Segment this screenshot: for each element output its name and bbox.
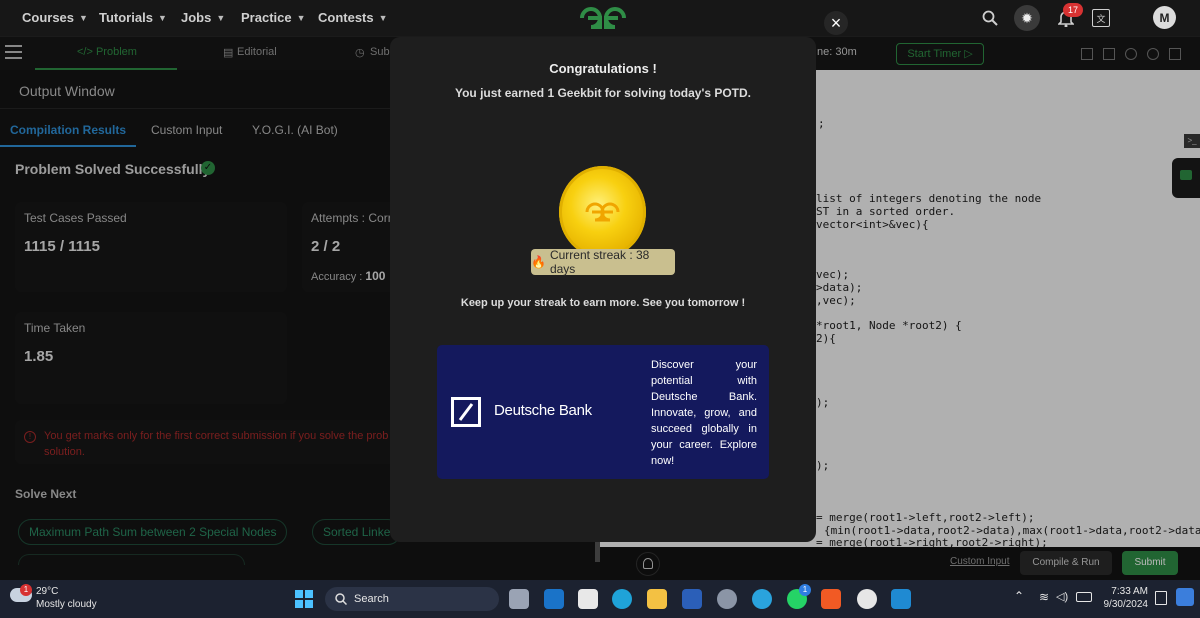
store-icon[interactable] <box>578 589 598 609</box>
nav-jobs[interactable]: Jobs ▼ <box>181 10 225 25</box>
nav-courses-label: Courses <box>22 10 75 25</box>
weather-desc: Mostly cloudy <box>36 599 97 610</box>
nav-courses[interactable]: Courses ▼ <box>22 10 88 25</box>
volume-icon[interactable]: ◁) <box>1056 590 1068 603</box>
modal-title: Congratulations ! <box>549 61 657 76</box>
chevron-down-icon: ▼ <box>296 12 306 23</box>
search-icon[interactable] <box>980 8 1000 28</box>
ad-banner[interactable]: Deutsche Bank Discover your potential wi… <box>437 345 769 479</box>
gfg-logo-icon[interactable] <box>578 5 628 31</box>
notification-center-icon[interactable] <box>1155 591 1167 605</box>
streak-badge: 🔥 Current streak : 38 days <box>531 248 675 276</box>
settings-app-icon[interactable] <box>717 589 737 609</box>
outlook-icon[interactable] <box>544 589 564 609</box>
clock-date[interactable]: 9/30/2024 <box>1094 599 1149 610</box>
file-explorer-icon[interactable] <box>647 589 667 609</box>
app-tray-icon[interactable] <box>1176 588 1194 606</box>
search-icon <box>335 593 347 605</box>
brave-icon[interactable] <box>821 589 841 609</box>
fire-icon: 🔥 <box>531 255 546 269</box>
chevron-down-icon: ▼ <box>79 12 88 23</box>
taskbar: 1 29°C Mostly cloudy Search 1 ⌃ ≋ ◁) 7:3… <box>0 580 1200 618</box>
nav-tutorials[interactable]: Tutorials ▼ <box>99 10 167 25</box>
chevron-up-icon[interactable]: ⌃ <box>1014 589 1024 603</box>
translate-icon[interactable]: 文 <box>1092 9 1110 27</box>
telegram-icon[interactable] <box>752 589 772 609</box>
nav-contests-label: Contests <box>318 10 374 25</box>
streak-text: Current streak : 38 days <box>549 248 650 276</box>
modal-message: Keep up your streak to earn more. See yo… <box>460 297 746 309</box>
nav-practice-label: Practice <box>241 10 292 25</box>
deutsche-bank-logo-icon <box>451 397 481 427</box>
avatar[interactable]: M <box>1153 6 1176 29</box>
geekbit-coin-icon <box>559 166 646 258</box>
windows-start-icon[interactable] <box>295 590 313 608</box>
wifi-icon[interactable]: ≋ <box>1039 590 1049 604</box>
ad-text: Discover your potential with Deutsche Ba… <box>651 359 757 467</box>
nav-jobs-label: Jobs <box>181 10 212 25</box>
top-navbar: Courses ▼ Tutorials ▼ Jobs ▼ Practice ▼ Cont… <box>0 0 1200 36</box>
potd-modal: Congratulations ! You just earned 1 Geek… <box>390 37 816 542</box>
edge-icon[interactable] <box>612 589 632 609</box>
word-icon[interactable] <box>682 589 702 609</box>
weather-temp: 29°C <box>36 586 59 597</box>
notification-badge: 17 <box>1063 3 1083 17</box>
whatsapp-badge: 1 <box>799 584 811 596</box>
task-view-icon[interactable] <box>509 589 529 609</box>
github-icon[interactable] <box>857 589 877 609</box>
modal-subtitle: You just earned 1 Geekbit for solving to… <box>454 86 752 100</box>
taskbar-search-label: Search <box>354 593 389 605</box>
theme-toggle-icon[interactable]: ✹ <box>1014 5 1040 31</box>
chevron-down-icon: ▼ <box>378 12 388 23</box>
weather-badge: 1 <box>20 584 32 596</box>
taskbar-search[interactable]: Search <box>325 587 499 611</box>
battery-icon[interactable] <box>1076 592 1092 602</box>
nav-contests[interactable]: Contests ▼ <box>318 10 388 25</box>
vscode-icon[interactable] <box>891 589 911 609</box>
clock-time[interactable]: 7:33 AM <box>1100 586 1148 597</box>
nav-practice[interactable]: Practice ▼ <box>241 10 306 25</box>
chevron-down-icon: ▼ <box>216 12 226 23</box>
ad-brand: Deutsche Bank <box>494 402 592 419</box>
close-icon[interactable]: × <box>824 11 848 35</box>
nav-tutorials-label: Tutorials <box>99 10 153 25</box>
chevron-down-icon: ▼ <box>157 12 167 23</box>
